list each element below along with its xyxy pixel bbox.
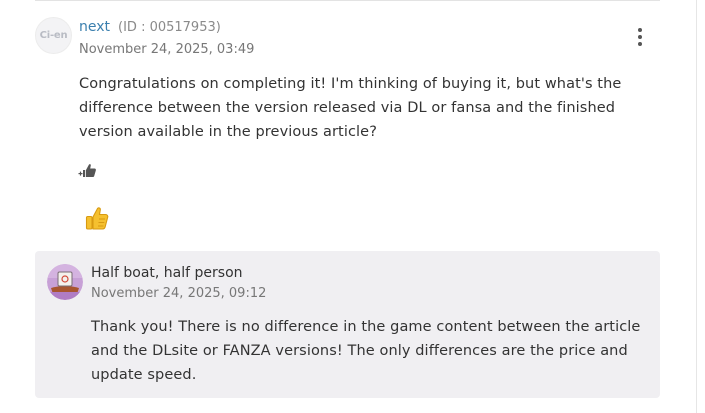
comment-author-link[interactable]: next [79,19,110,35]
thumbs-up-plus-icon[interactable] [78,160,98,180]
avatar-text: Ci-en [39,30,68,41]
comment-user-id: (ID : 00517953) [118,20,221,35]
reply-author[interactable]: Half boat, half person [91,265,243,281]
right-border [696,0,697,413]
top-divider [35,0,660,1]
avatar[interactable]: Ci-en [35,17,72,54]
reply-avatar[interactable] [47,264,83,300]
reply-date: November 24, 2025, 09:12 [91,286,267,301]
more-options-icon[interactable] [632,28,648,46]
comment-body: Congratulations on completing it! I'm th… [79,76,622,140]
reply-body: Thank you! There is no difference in the… [91,319,641,383]
comment-header: next (ID : 00517953) [79,19,221,35]
comment-date: November 24, 2025, 03:49 [79,42,255,57]
thumbs-up-reaction-icon[interactable] [82,203,112,233]
